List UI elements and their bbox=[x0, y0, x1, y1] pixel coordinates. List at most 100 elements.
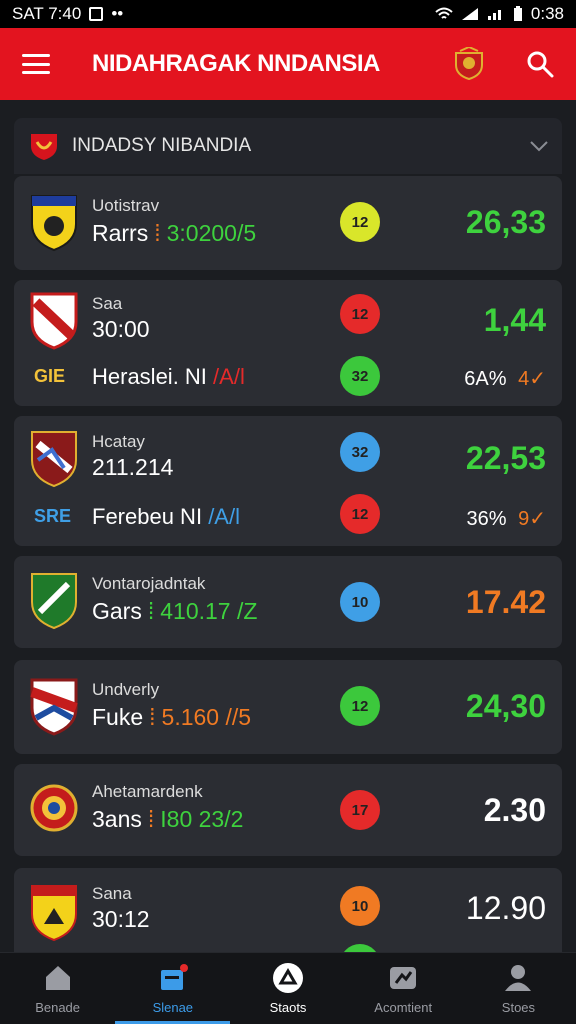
team-crest-icon bbox=[31, 431, 77, 488]
app-title: NIDAHRAGAK NNDANSIA bbox=[92, 50, 380, 77]
league-flag-icon bbox=[31, 134, 57, 160]
match-card[interactable]: Saa 30:00 12 1,44 GIE Heraslei. NI /A/l … bbox=[14, 280, 562, 406]
match-status: Saa bbox=[92, 294, 123, 313]
minute-badge bbox=[340, 944, 380, 952]
match-team: 3ans ⁞ I80 23/2 bbox=[92, 806, 243, 833]
nav-home[interactable]: Benade bbox=[0, 953, 115, 1024]
team-name: Fuke bbox=[92, 704, 144, 730]
nav-stats[interactable]: Acomtient bbox=[346, 953, 461, 1024]
odds-value[interactable]: 22,53 bbox=[466, 440, 546, 477]
odds-value[interactable]: 26,33 bbox=[466, 204, 546, 241]
match-score: 5.160 //5 bbox=[161, 704, 252, 730]
team-crest-icon bbox=[31, 885, 77, 942]
bet-icon bbox=[273, 963, 303, 993]
team-crest-icon bbox=[31, 195, 77, 252]
match-card[interactable]: Uotistrav Rarrs ⁞ 3:0200/5 12 26,33 bbox=[14, 176, 562, 270]
match-time: 30:12 bbox=[92, 906, 150, 932]
chevron-down-icon[interactable] bbox=[530, 140, 548, 152]
team-abbr: SRE bbox=[34, 506, 72, 526]
minute-badge: 32 bbox=[340, 432, 380, 472]
news-icon bbox=[160, 964, 188, 990]
nav-label: Benade bbox=[35, 1000, 81, 1015]
divider-mark: ⁞ bbox=[147, 806, 155, 832]
nav-label: Staots bbox=[269, 1000, 307, 1015]
battery-icon bbox=[513, 6, 522, 21]
divider-mark: ⁞ bbox=[147, 598, 155, 624]
match-time: 30:00 bbox=[92, 316, 150, 342]
team-crest-icon bbox=[30, 292, 78, 350]
match-team: Gars ⁞ 410.17 /Z bbox=[92, 598, 257, 625]
chart-icon bbox=[390, 967, 417, 989]
team-name: Rarrs bbox=[92, 220, 149, 246]
status-bar: SAT 7:40 •• 0:38 bbox=[0, 0, 576, 28]
match-team: Rarrs ⁞ 3:0200/5 bbox=[92, 220, 256, 247]
percent-text: 6A% bbox=[464, 368, 513, 390]
team-mark: /A/l bbox=[213, 364, 245, 389]
wifi-icon bbox=[435, 7, 453, 19]
team-crest-icon bbox=[30, 784, 78, 832]
nav-label: Acomtient bbox=[374, 1000, 433, 1015]
minute-badge: 12 bbox=[340, 294, 380, 334]
minute-badge: 17 bbox=[340, 790, 380, 830]
percent-value: 36% 9✓ bbox=[467, 506, 546, 531]
status-time-right: 0:38 bbox=[530, 4, 564, 23]
trend-indicator: 4✓ bbox=[518, 368, 546, 390]
match-time: 211.214 bbox=[92, 454, 174, 480]
match-status: Hcatay bbox=[92, 432, 145, 451]
nav-label: Slenae bbox=[152, 1000, 194, 1015]
match-list[interactable]: INDADSY NIBANDIA Uotistrav Rarrs ⁞ 3:0200/… bbox=[0, 100, 576, 952]
match-card[interactable]: Vontarojadntak Gars ⁞ 410.17 /Z 10 17.42 bbox=[14, 556, 562, 648]
odds-value[interactable]: 1,44 bbox=[484, 302, 546, 339]
signal-icon bbox=[461, 8, 478, 20]
team-name: Ferebeu NI bbox=[92, 504, 203, 529]
search-icon[interactable] bbox=[526, 50, 554, 78]
team-abbr: GIE bbox=[34, 366, 66, 386]
percent-text: 36% bbox=[466, 508, 513, 530]
app-bar: NIDAHRAGAK NNDANSIA bbox=[0, 28, 576, 100]
home-icon bbox=[45, 966, 70, 990]
match-card[interactable]: Undverly Fuke ⁞ 5.160 //5 12 24,30 bbox=[14, 660, 562, 754]
odds-value[interactable]: 17.42 bbox=[466, 584, 546, 621]
nav-news[interactable]: Slenae bbox=[115, 953, 231, 1024]
match-status: Uotistrav bbox=[92, 196, 160, 215]
match-status: Ahetamardenk bbox=[92, 782, 203, 801]
match-score: 3:0200/5 bbox=[166, 220, 257, 246]
minute-badge: 12 bbox=[340, 202, 380, 242]
odds-value[interactable]: 24,30 bbox=[466, 688, 546, 725]
team-mark: /A/l bbox=[208, 504, 240, 529]
profile-icon bbox=[505, 965, 532, 991]
nav-bet[interactable]: Staots bbox=[230, 953, 345, 1024]
team-name: 3ans bbox=[92, 806, 142, 832]
status-time-left: SAT 7:40 bbox=[12, 4, 82, 23]
dots-icon: •• bbox=[111, 4, 124, 23]
match-card[interactable]: Hcatay 211.214 32 22,53 SRE Ferebeu NI /… bbox=[14, 416, 562, 546]
trend-indicator: 9✓ bbox=[518, 508, 546, 530]
match-score: 410.17 /Z bbox=[160, 598, 258, 624]
match-status: Vontarojadntak bbox=[92, 574, 206, 593]
league-header[interactable]: INDADSY NIBANDIA bbox=[14, 118, 562, 174]
match-team: Ferebeu NI /A/l bbox=[92, 504, 240, 530]
team-name: Heraslei. NI bbox=[92, 364, 207, 389]
match-card[interactable]: Ahetamardenk 3ans ⁞ I80 23/2 17 2.30 bbox=[14, 764, 562, 856]
team-crest-icon bbox=[31, 573, 77, 630]
minute-badge: 10 bbox=[340, 582, 380, 622]
signal-2-icon bbox=[487, 10, 501, 20]
team-name: Gars bbox=[92, 598, 142, 624]
minute-badge: 12 bbox=[340, 686, 380, 726]
divider-mark: ⁞ bbox=[154, 220, 161, 246]
emblem-icon bbox=[455, 47, 483, 81]
percent-value: 6A% 4✓ bbox=[464, 366, 546, 391]
match-score: I80 23/2 bbox=[160, 806, 244, 832]
match-team: Heraslei. NI /A/l bbox=[92, 364, 245, 390]
nav-profile[interactable]: Stoes bbox=[461, 953, 576, 1024]
match-status: Sana bbox=[92, 884, 132, 903]
odds-value[interactable]: 2.30 bbox=[484, 792, 546, 829]
match-status: Undverly bbox=[92, 680, 160, 699]
nav-label: Stoes bbox=[501, 1000, 536, 1015]
odds-value[interactable]: 12.90 bbox=[466, 890, 546, 927]
team-crest-icon bbox=[30, 678, 78, 736]
match-card[interactable]: Sana 30:12 10 12.90 bbox=[14, 868, 562, 952]
league-name: INDADSY NIBANDIA bbox=[72, 135, 252, 156]
bottom-nav: Benade Slenae Staots Acomtient Stoes bbox=[0, 952, 576, 1024]
menu-icon[interactable] bbox=[22, 54, 50, 74]
